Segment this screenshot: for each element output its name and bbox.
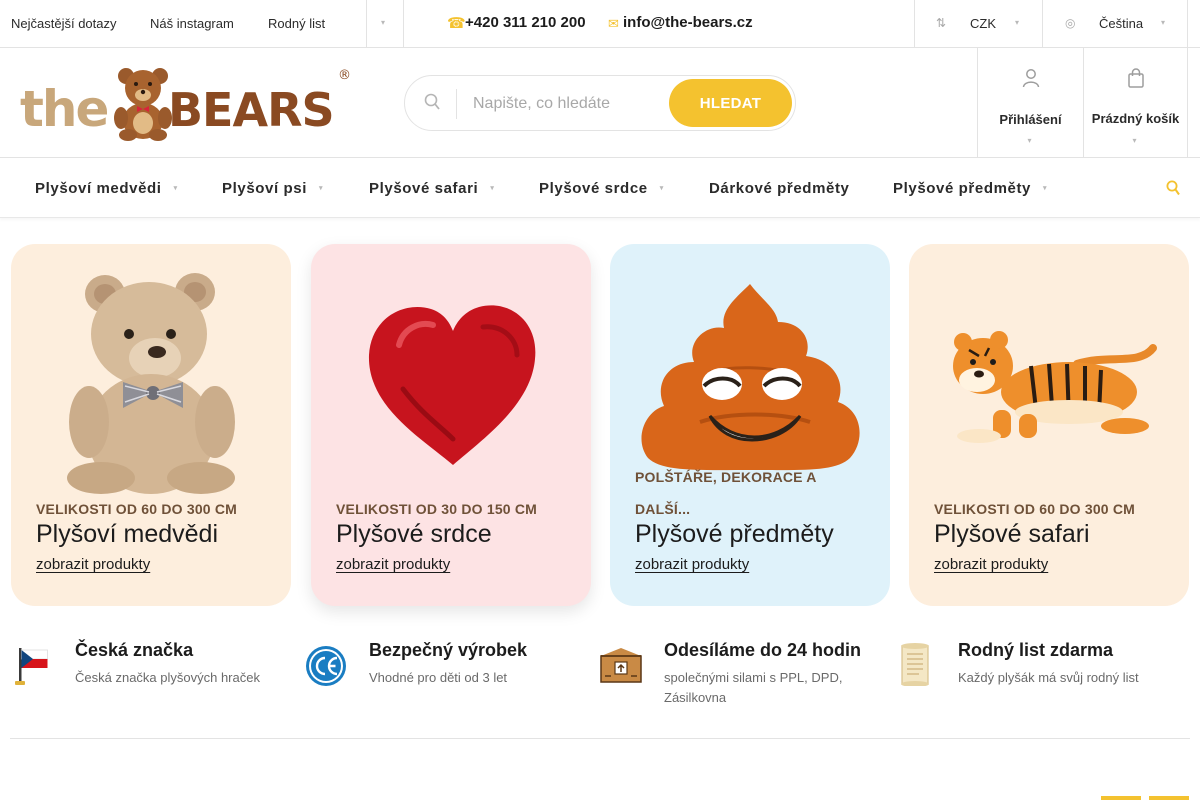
- plush-tiger-image: [953, 331, 1157, 443]
- mail-icon: ✉: [608, 16, 619, 31]
- search-bar: HLEDAT: [404, 75, 796, 131]
- feature-title: Česká značka: [75, 640, 194, 660]
- svg-text:®: ®: [338, 68, 351, 83]
- nav-item-label: Plyšové srdce: [539, 180, 648, 197]
- currency-icon: ⇅: [936, 16, 947, 30]
- language-selector[interactable]: Čeština: [1099, 16, 1143, 31]
- login-button[interactable]: Přihlášení ▾: [977, 48, 1083, 158]
- nav-item-label: Plyšoví psi: [222, 180, 307, 197]
- instagram-link[interactable]: Náš instagram: [150, 16, 234, 31]
- show-products-link[interactable]: zobrazit produkty: [336, 556, 450, 573]
- card-title: Plyšové srdce: [336, 520, 492, 548]
- search-separator: [456, 89, 457, 119]
- ce-mark-icon: [306, 646, 346, 686]
- login-chevron-icon: ▾: [1027, 136, 1032, 145]
- currency-chevron-icon[interactable]: ▾: [1015, 18, 1019, 27]
- nav-item-label: Plyšoví medvědi: [35, 180, 162, 197]
- poop-pillow-image: [641, 284, 860, 471]
- the-bears-logo[interactable]: the BEARS ®: [20, 66, 352, 141]
- nav-item-plysove-predmety[interactable]: Plyšové předměty ▾: [893, 180, 1047, 197]
- feature-safe-product: Bezpečný výrobek Vhodné pro děti od 3 le…: [305, 638, 585, 708]
- scroll-certificate-icon: [901, 643, 929, 686]
- chevron-down-icon: ▾: [1043, 185, 1047, 192]
- card-title: Plyšoví medvědi: [36, 520, 219, 548]
- cart-label: Prázdný košík: [1091, 111, 1180, 126]
- divider: [1042, 0, 1043, 48]
- chevron-down-icon: ▾: [490, 185, 494, 192]
- show-products-link[interactable]: zobrazit produkty: [934, 556, 1048, 573]
- header: the BEARS ® HLEDAT Přihlášení ▾: [0, 48, 1200, 158]
- nav-item-label: Plyšové safari: [369, 180, 479, 197]
- nav-item-plysovi-psi[interactable]: Plyšoví psi ▾: [222, 180, 323, 197]
- main-navigation: Plyšoví medvědi ▾ Plyšoví psi ▾ Plyšové sa…: [0, 158, 1200, 218]
- carousel-indicator[interactable]: [1101, 796, 1141, 800]
- divider: [1187, 0, 1188, 48]
- faq-link[interactable]: Nejčastější dotazy: [11, 16, 117, 31]
- feature-title: Bezpečný výrobek: [369, 640, 528, 660]
- category-card-safari[interactable]: VELIKOSTI OD 60 DO 300 CM Plyšové safari…: [909, 244, 1189, 606]
- chevron-down-icon: ▾: [659, 185, 664, 192]
- phone-link[interactable]: +420 311 210 200: [465, 14, 586, 31]
- category-card-predmety[interactable]: POLŠTÁŘE, DEKORACE A DALŠÍ... Plyšové př…: [610, 244, 890, 606]
- divider: [914, 0, 915, 48]
- nav-item-label: Dárkové předměty: [709, 180, 850, 197]
- feature-text: Každý plyšák má svůj rodný list: [958, 670, 1139, 685]
- nav-item-darkove-predmety[interactable]: Dárkové předměty: [709, 180, 850, 197]
- chevron-down-icon: ▾: [173, 185, 178, 192]
- shipping-box-icon: [600, 648, 642, 683]
- language-chevron-icon[interactable]: ▾: [1161, 18, 1165, 27]
- nav-item-label: Plyšové předměty: [893, 180, 1031, 197]
- feature-birth-certificate: Rodný list zdarma Každý plyšák má svůj r…: [894, 638, 1194, 708]
- nav-search-icon[interactable]: [1166, 180, 1180, 196]
- category-card-srdce[interactable]: VELIKOSTI OD 30 DO 150 CM Plyšové srdce …: [311, 244, 591, 606]
- feature-text: Česká značka plyšových hraček: [75, 670, 260, 685]
- card-title: Plyšové předměty: [635, 520, 834, 548]
- plush-heart-image: [368, 305, 536, 465]
- email-link[interactable]: info@the-bears.cz: [623, 14, 753, 31]
- card-title: Plyšové safari: [934, 520, 1090, 548]
- phone-icon: ☎: [447, 15, 466, 32]
- feature-text: společnými silami s PPL, DPD, Zásilkovna: [664, 670, 843, 705]
- category-card-medvedi[interactable]: VELIKOSTI OD 60 DO 300 CM Plyšoví medvěd…: [11, 244, 291, 606]
- search-icon[interactable]: [424, 93, 440, 111]
- chevron-down-icon: ▾: [318, 185, 323, 192]
- cart-bag-icon: [1127, 68, 1144, 88]
- divider: [403, 0, 404, 48]
- top-bar: Nejčastější dotazy Náš instagram Rodný l…: [0, 0, 1200, 48]
- feature-title: Rodný list zdarma: [958, 640, 1114, 660]
- svg-text:the: the: [20, 80, 107, 138]
- section-divider: [10, 738, 1190, 739]
- feature-text: Vhodné pro děti od 3 let: [369, 670, 508, 685]
- search-button[interactable]: HLEDAT: [669, 79, 792, 127]
- show-products-link[interactable]: zobrazit produkty: [36, 556, 150, 573]
- currency-selector[interactable]: CZK: [970, 16, 996, 31]
- nav-item-plysove-srdce[interactable]: Plyšové srdce ▾: [539, 180, 663, 197]
- nav-item-plysove-safari[interactable]: Plyšové safari ▾: [369, 180, 494, 197]
- divider: [366, 0, 367, 48]
- card-subtitle: POLŠTÁŘE, DEKORACE A DALŠÍ...: [635, 469, 817, 517]
- feature-title: Odesíláme do 24 hodin: [664, 640, 862, 660]
- search-input[interactable]: [473, 90, 663, 118]
- cart-chevron-icon: ▾: [1132, 136, 1137, 145]
- nav-item-plysovi-medvedi[interactable]: Plyšoví medvědi ▾: [35, 180, 177, 197]
- feature-czech-brand: Česká značka Česká značka plyšových hrač…: [11, 638, 291, 708]
- user-icon: [1022, 69, 1039, 88]
- svg-text:BEARS: BEARS: [168, 83, 334, 137]
- more-links-chevron-icon[interactable]: ▾: [381, 18, 385, 27]
- czech-flag-icon: [15, 648, 48, 685]
- birth-certificate-link[interactable]: Rodný list: [268, 16, 325, 31]
- show-products-link[interactable]: zobrazit produkty: [635, 556, 749, 573]
- language-globe-icon: ◎: [1065, 16, 1076, 30]
- feature-fast-shipping: Odesíláme do 24 hodin společnými silami …: [599, 638, 879, 708]
- cart-button[interactable]: Prázdný košík ▾: [1083, 48, 1188, 158]
- login-label: Přihlášení: [999, 112, 1062, 127]
- teddy-bear-image: [67, 273, 235, 494]
- carousel-indicator[interactable]: [1149, 796, 1189, 800]
